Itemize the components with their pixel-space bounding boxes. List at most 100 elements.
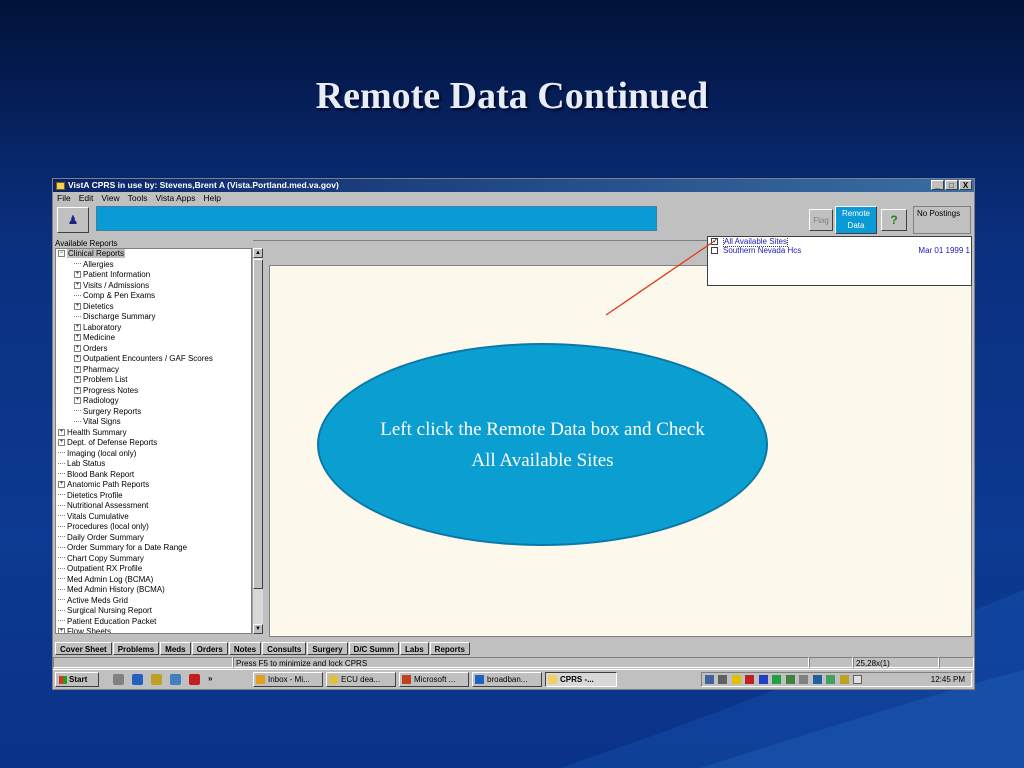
site-row-southern-nevada[interactable]: Southern Nevada Hcs Mar 01 1999 1 [708,246,971,255]
close-button[interactable]: X [959,180,972,190]
tree-item[interactable]: + Health Summary [56,428,251,439]
tab-notes[interactable]: Notes [228,642,262,655]
tree-item[interactable]: + Flow Sheets [56,627,251,633]
tree-item[interactable]: Lab Status [56,459,251,470]
tree-item[interactable]: Med Admin History (BCMA) [56,585,251,596]
tree-item[interactable]: + Patient Information [56,270,251,281]
expand-icon[interactable]: + [74,281,81,289]
menu-view[interactable]: View [97,192,123,204]
expand-icon[interactable]: + [58,428,65,436]
tree-item[interactable]: Allergies [56,260,251,271]
tab-meds[interactable]: Meds [160,642,191,655]
tree-item[interactable]: Outpatient RX Profile [56,564,251,575]
window-titlebar[interactable]: VistA CPRS in use by: Stevens,Brent A (V… [53,179,974,192]
expand-icon[interactable]: + [74,355,81,363]
scroll-down-arrow-icon[interactable]: ▼ [253,624,263,634]
expand-icon[interactable]: + [58,439,65,447]
tree-item[interactable]: Patient Education Packet [56,617,251,628]
menu-tools[interactable]: Tools [124,192,152,204]
tree-item[interactable]: + Problem List [56,375,251,386]
tree-item[interactable]: + Dept. of Defense Reports [56,438,251,449]
postings-box[interactable]: No Postings [913,206,971,234]
tray-icon[interactable] [772,675,781,684]
tree-item[interactable]: Imaging (local only) [56,449,251,460]
app-icon[interactable] [189,674,200,685]
tree-item[interactable]: Vitals Cumulative [56,512,251,523]
tree-item[interactable]: + Pharmacy [56,365,251,376]
tree-item[interactable]: − Clinical Reports [56,249,251,260]
reports-tree[interactable]: − Clinical Reports Allergies + Patient Infor… [55,248,252,634]
expand-icon[interactable]: + [58,481,65,489]
tree-item[interactable]: + Orders [56,344,251,355]
remote-sites-dropdown[interactable]: ✓ All Available Sites Southern Nevada Hc… [707,236,972,286]
tree-item[interactable]: + Outpatient Encounters / GAF Scores [56,354,251,365]
tree-item[interactable]: + Progress Notes [56,386,251,397]
tab-consults[interactable]: Consults [262,642,307,655]
shield-icon[interactable] [759,675,768,684]
patient-info-bar[interactable] [96,206,657,231]
tray-icon[interactable] [813,675,822,684]
scroll-thumb[interactable] [253,259,263,589]
tree-item[interactable]: Med Admin Log (BCMA) [56,575,251,586]
chevron-icon[interactable]: » [208,674,212,685]
tray-icon[interactable] [826,675,835,684]
tab-reports[interactable]: Reports [429,642,470,655]
antivirus-icon[interactable] [745,675,754,684]
tree-scrollbar[interactable]: ▲ ▼ [252,248,263,634]
maximize-button[interactable]: □ [945,180,958,190]
tree-item[interactable]: Chart Copy Summary [56,554,251,565]
expand-icon[interactable]: + [74,365,81,373]
expand-icon[interactable]: + [74,302,81,310]
tray-icon[interactable] [840,675,849,684]
task-inbox[interactable]: Inbox - Mi... [253,672,323,687]
collapse-icon[interactable]: − [58,250,65,258]
tree-item[interactable]: Active Meds Grid [56,596,251,607]
expand-icon[interactable]: + [74,323,81,331]
flag-button[interactable]: Flag [809,209,833,231]
tab-orders[interactable]: Orders [191,642,228,655]
site-checkbox-southern-nevada[interactable] [711,247,718,254]
expand-icon[interactable]: + [74,376,81,384]
tab-problems[interactable]: Problems [112,642,160,655]
tab-labs[interactable]: Labs [400,642,429,655]
patient-select-button[interactable]: ♟ [57,207,89,233]
tab-surgery[interactable]: Surgery [307,642,348,655]
network-icon[interactable] [705,675,714,684]
tree-item[interactable]: + Anatomic Path Reports [56,480,251,491]
mail-icon[interactable] [170,674,181,685]
site-row-all[interactable]: ✓ All Available Sites [708,236,971,247]
tree-item[interactable]: Discharge Summary [56,312,251,323]
expand-icon[interactable]: + [74,334,81,342]
help-button[interactable]: ? [881,209,907,231]
tree-item[interactable]: Daily Order Summary [56,533,251,544]
menu-help[interactable]: Help [200,192,225,204]
remote-data-button[interactable]: Remote Data [835,206,877,234]
tree-item[interactable]: Vital Signs [56,417,251,428]
menu-file[interactable]: File [53,192,75,204]
expand-icon[interactable]: + [74,344,81,352]
start-button[interactable]: Start [55,672,99,687]
speaker-icon[interactable] [718,675,727,684]
expand-icon[interactable]: + [74,397,81,405]
menu-edit[interactable]: Edit [75,192,98,204]
browser-icon[interactable] [132,674,143,685]
expand-icon[interactable]: + [58,628,65,633]
tree-item[interactable]: + Visits / Admissions [56,281,251,292]
tree-item[interactable]: + Dietetics [56,302,251,313]
minimize-button[interactable]: _ [931,180,944,190]
tree-item[interactable]: Surgery Reports [56,407,251,418]
expand-icon[interactable]: + [74,386,81,394]
envelope-icon[interactable] [853,675,862,684]
tree-item[interactable]: + Laboratory [56,323,251,334]
tree-item[interactable]: Dietetics Profile [56,491,251,502]
scroll-up-arrow-icon[interactable]: ▲ [253,248,263,258]
tree-item[interactable]: Nutritional Assessment [56,501,251,512]
tree-item[interactable]: Order Summary for a Date Range [56,543,251,554]
tree-item[interactable]: + Radiology [56,396,251,407]
tab-dc-summ[interactable]: D/C Summ [348,642,399,655]
menu-vista-apps[interactable]: Vista Apps [151,192,199,204]
task-broadband[interactable]: broadban... [472,672,542,687]
site-checkbox-all[interactable]: ✓ [711,236,719,245]
desktop-icon[interactable] [113,674,124,685]
tree-item[interactable]: Surgical Nursing Report [56,606,251,617]
